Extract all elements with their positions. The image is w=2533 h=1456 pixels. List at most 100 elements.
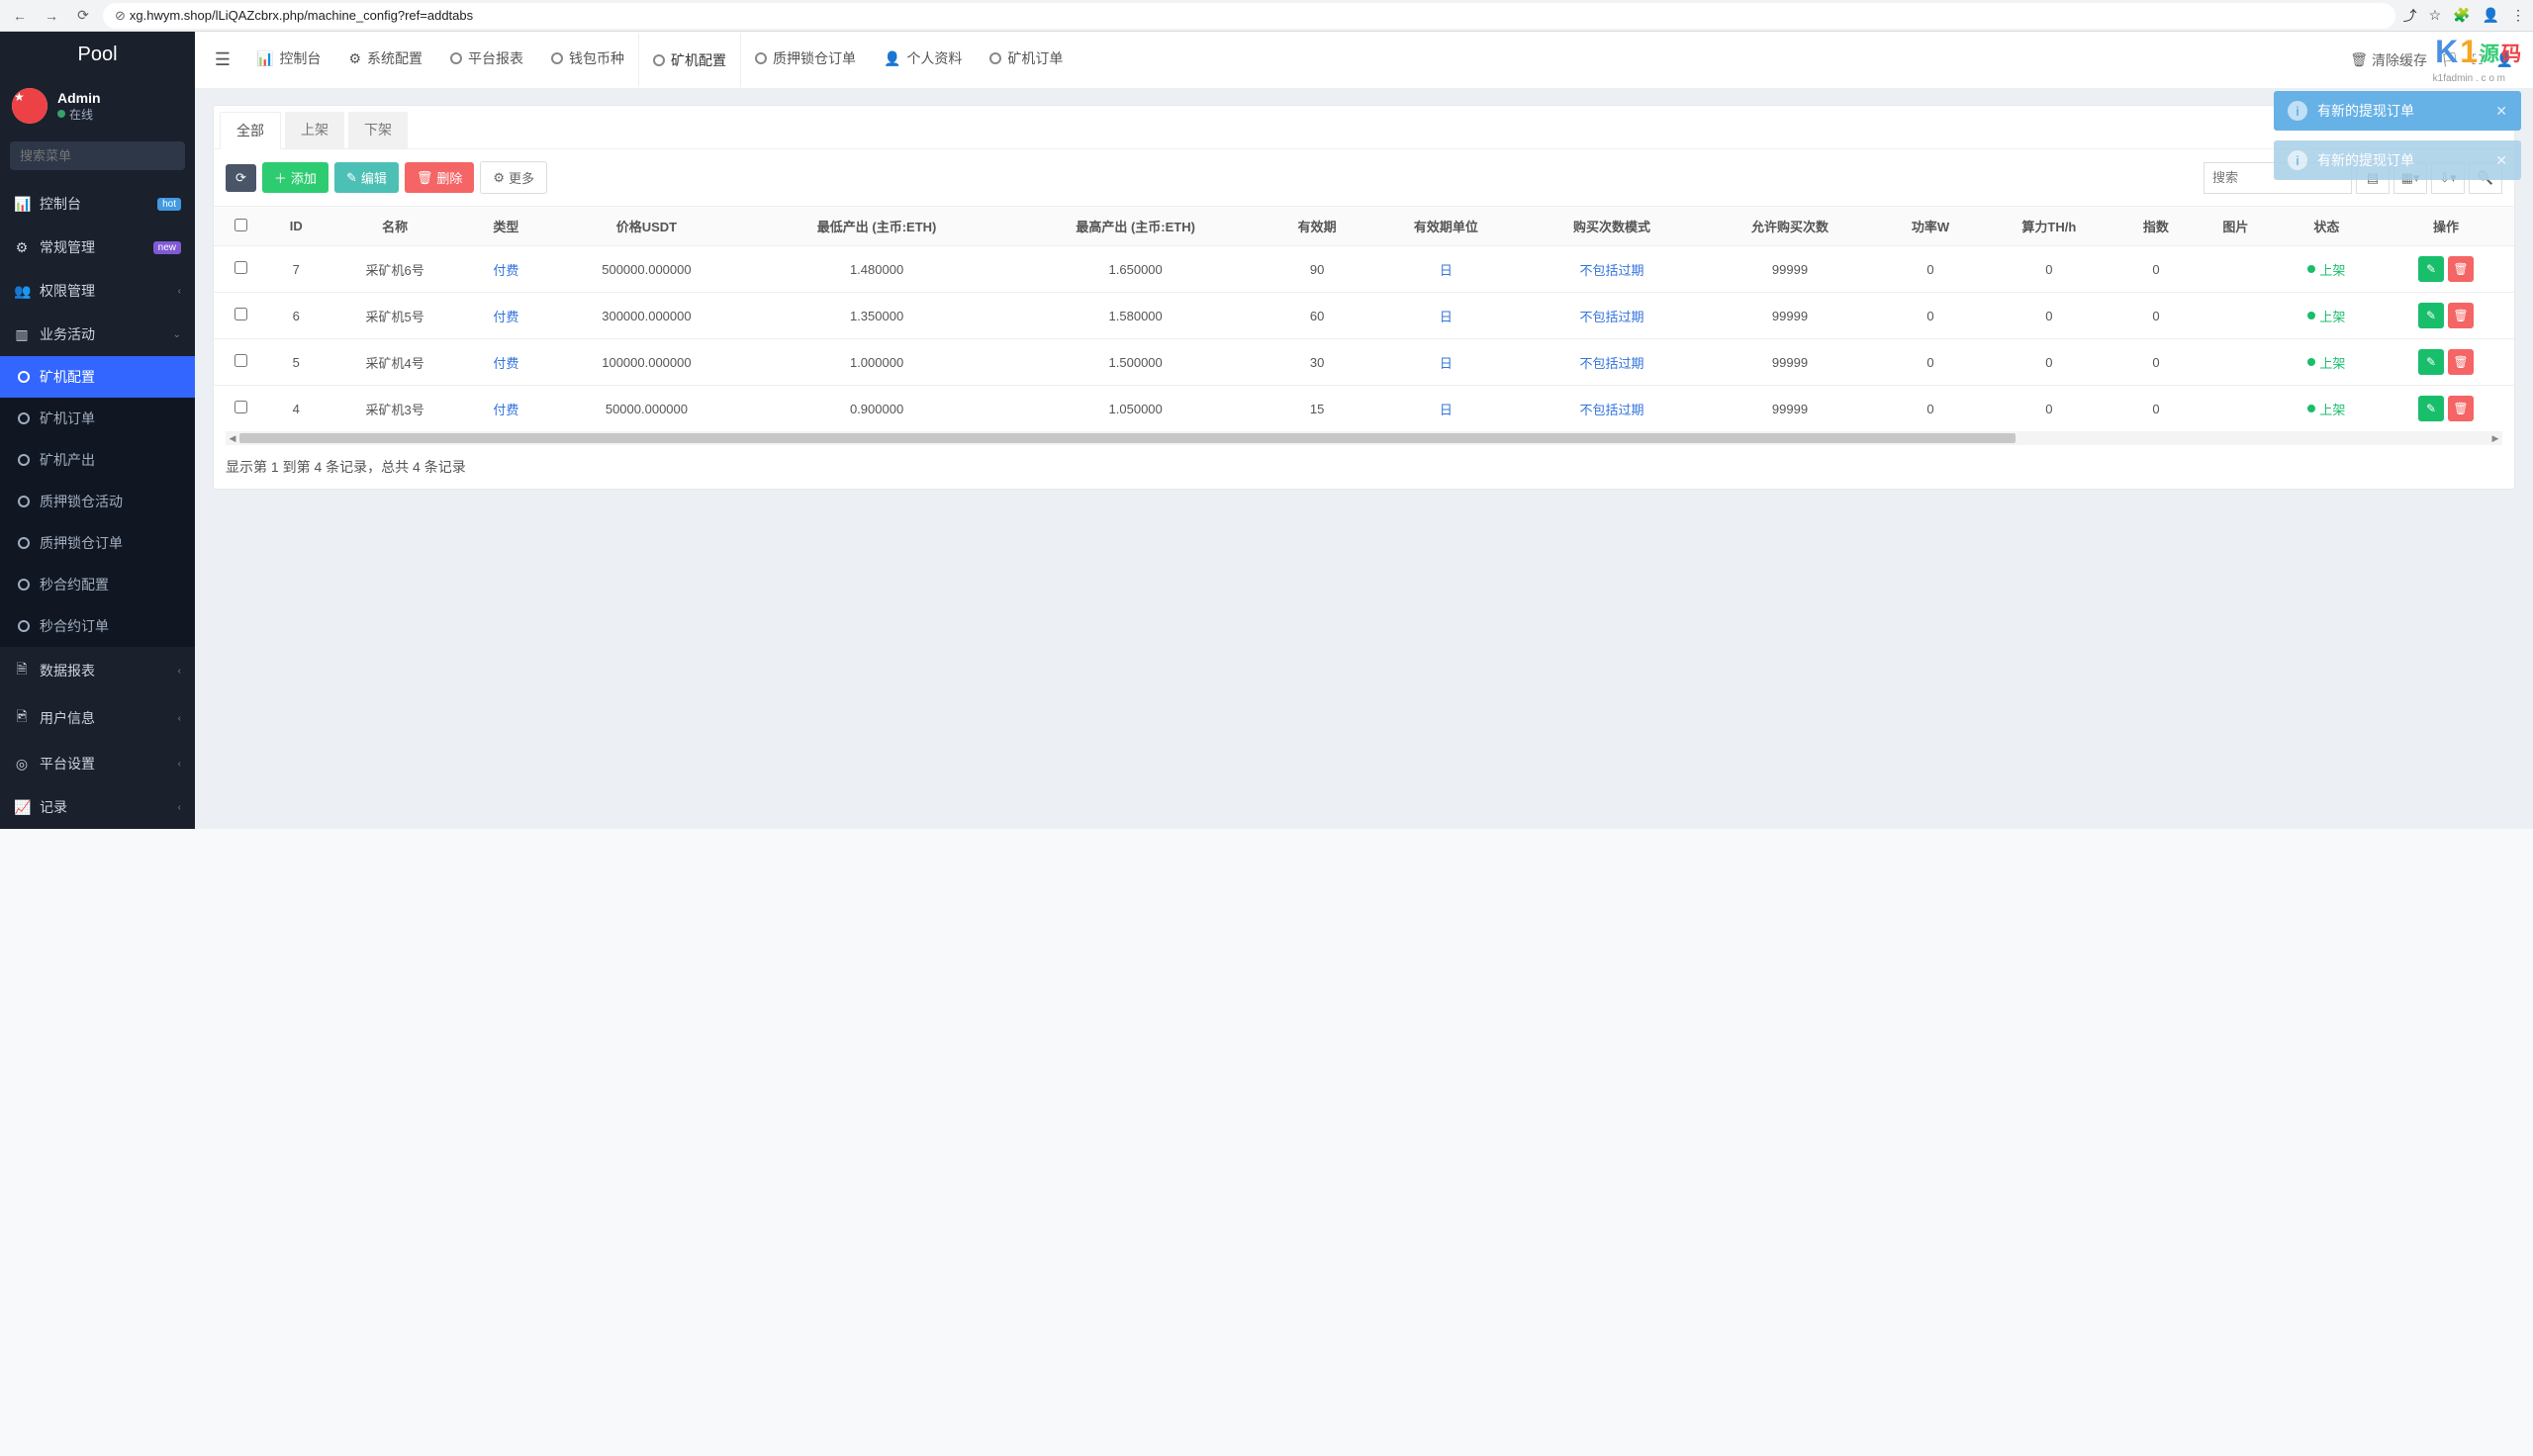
- cell-mode[interactable]: 不包括过期: [1523, 293, 1701, 339]
- cell-type[interactable]: 付费: [466, 339, 545, 386]
- sidebar-item[interactable]: 📈记录‹: [0, 785, 195, 829]
- sidebar-item[interactable]: ⚙常规管理new: [0, 226, 195, 269]
- row-edit-button[interactable]: ✎: [2418, 349, 2444, 375]
- sidebar-subitem[interactable]: 矿机订单: [0, 398, 195, 439]
- cell-mode[interactable]: 不包括过期: [1523, 386, 1701, 432]
- panel-tab[interactable]: 下架: [348, 112, 408, 148]
- cell-mode[interactable]: 不包括过期: [1523, 246, 1701, 293]
- table-header[interactable]: 有效期: [1265, 207, 1368, 246]
- edit-button[interactable]: ✎编辑: [334, 162, 399, 193]
- topnav-item[interactable]: 📊控制台: [242, 32, 334, 88]
- row-edit-button[interactable]: ✎: [2418, 303, 2444, 328]
- row-checkbox[interactable]: [235, 261, 247, 274]
- row-delete-button[interactable]: 🗑: [2448, 303, 2474, 328]
- add-button[interactable]: ＋添加: [262, 162, 328, 193]
- cell-type[interactable]: 付费: [466, 386, 545, 432]
- hamburger-button[interactable]: ☰: [203, 49, 242, 70]
- scrollbar-thumb[interactable]: [239, 433, 2016, 443]
- profile-pill[interactable]: 👤: [2483, 7, 2499, 24]
- topnav-item[interactable]: 平台报表: [436, 32, 537, 88]
- row-edit-button[interactable]: ✎: [2418, 396, 2444, 421]
- forward-button[interactable]: →: [40, 4, 63, 28]
- sidebar-search[interactable]: 🔍: [10, 141, 185, 170]
- row-checkbox[interactable]: [235, 401, 247, 413]
- topnav-item[interactable]: 质押锁仓订单: [741, 32, 870, 88]
- table-header[interactable]: 类型: [466, 207, 545, 246]
- table-header[interactable]: 算力TH/h: [1982, 207, 2116, 246]
- refresh-button[interactable]: ⟳: [226, 164, 256, 192]
- close-icon[interactable]: ✕: [2495, 103, 2507, 120]
- table-header[interactable]: 有效期单位: [1369, 207, 1523, 246]
- user-panel[interactable]: Admin 在线: [0, 78, 195, 134]
- cell-type[interactable]: 付费: [466, 246, 545, 293]
- sidebar-item[interactable]: 👥权限管理‹: [0, 269, 195, 313]
- table-header[interactable]: 名称: [324, 207, 466, 246]
- sidebar-search-input[interactable]: [20, 148, 194, 163]
- url-bar[interactable]: ⊘ xg.hwym.shop/lLiQAZcbrx.php/machine_co…: [103, 3, 2395, 29]
- back-button[interactable]: ←: [8, 4, 32, 28]
- sidebar-item[interactable]: ▥业务活动⌄: [0, 313, 195, 356]
- circle-icon: [18, 620, 30, 632]
- extension-icon[interactable]: 🧩: [2453, 7, 2470, 24]
- sidebar-item[interactable]: ◎平台设置‹: [0, 742, 195, 785]
- sidebar-item[interactable]: 📊控制台hot: [0, 182, 195, 226]
- reload-button[interactable]: ⟳: [71, 4, 95, 28]
- table-header[interactable]: 购买次数模式: [1523, 207, 1701, 246]
- star-icon[interactable]: ☆: [2429, 7, 2442, 24]
- horizontal-scrollbar[interactable]: ◀ ▶: [226, 431, 2502, 445]
- sidebar-item[interactable]: 🖻用户信息‹: [0, 694, 195, 742]
- cell-unit[interactable]: 日: [1369, 246, 1523, 293]
- menu-icon[interactable]: ⋮: [2511, 7, 2525, 24]
- table-header[interactable]: 最高产出 (主币:ETH): [1006, 207, 1266, 246]
- share-icon[interactable]: ⤴: [2403, 6, 2417, 26]
- sidebar-subitem[interactable]: 质押锁仓活动: [0, 481, 195, 522]
- delete-button[interactable]: 🗑删除: [405, 162, 475, 193]
- topnav-item[interactable]: 矿机订单: [976, 32, 1077, 88]
- table-header[interactable]: 操作: [2378, 207, 2514, 246]
- table-header[interactable]: 图片: [2196, 207, 2275, 246]
- plus-icon: ＋: [274, 168, 287, 187]
- table-header[interactable]: 价格USDT: [546, 207, 748, 246]
- row-edit-button[interactable]: ✎: [2418, 256, 2444, 282]
- panel-tab[interactable]: 上架: [285, 112, 344, 148]
- close-icon[interactable]: ✕: [2495, 152, 2507, 169]
- sidebar-subitem[interactable]: 秒合约订单: [0, 605, 195, 647]
- cell-mode[interactable]: 不包括过期: [1523, 339, 1701, 386]
- sidebar-subitem[interactable]: 秒合约配置: [0, 564, 195, 605]
- select-all-checkbox[interactable]: [235, 219, 247, 231]
- cell-unit[interactable]: 日: [1369, 386, 1523, 432]
- notification-toast[interactable]: i 有新的提现订单 ✕: [2274, 140, 2521, 180]
- notification-toast[interactable]: i 有新的提现订单 ✕: [2274, 91, 2521, 131]
- panel-tab[interactable]: 全部: [220, 112, 281, 149]
- table-header[interactable]: 状态: [2276, 207, 2378, 246]
- table-header[interactable]: ID: [269, 207, 325, 246]
- table-header[interactable]: 最低产出 (主币:ETH): [747, 207, 1006, 246]
- menu-label: 平台设置: [40, 754, 95, 774]
- topnav-item[interactable]: ⚙系统配置: [334, 32, 436, 88]
- sidebar-subitem[interactable]: 质押锁仓订单: [0, 522, 195, 564]
- topnav-item[interactable]: 👤个人资料: [870, 32, 976, 88]
- table-header[interactable]: 功率W: [1879, 207, 1982, 246]
- circle-icon: [989, 52, 1001, 64]
- row-checkbox[interactable]: [235, 354, 247, 367]
- sidebar-subitem[interactable]: 矿机配置: [0, 356, 195, 398]
- scroll-left-icon[interactable]: ◀: [226, 431, 239, 445]
- topnav-item[interactable]: 矿机配置: [638, 32, 741, 88]
- cell-type[interactable]: 付费: [466, 293, 545, 339]
- sidebar-item[interactable]: 🗎数据报表‹: [0, 647, 195, 694]
- topnav-item[interactable]: 钱包币种: [537, 32, 638, 88]
- row-delete-button[interactable]: 🗑: [2448, 396, 2474, 421]
- table-header[interactable]: [214, 207, 269, 246]
- scroll-right-icon[interactable]: ▶: [2488, 431, 2502, 445]
- clear-cache-button[interactable]: 🗑清除缓存: [2350, 50, 2427, 70]
- more-button[interactable]: ⚙更多: [480, 161, 547, 194]
- table-header[interactable]: 允许购买次数: [1701, 207, 1879, 246]
- cell-unit[interactable]: 日: [1369, 339, 1523, 386]
- row-delete-button[interactable]: 🗑: [2448, 349, 2474, 375]
- row-checkbox[interactable]: [235, 308, 247, 320]
- cell-unit[interactable]: 日: [1369, 293, 1523, 339]
- sidebar-subitem[interactable]: 矿机产出: [0, 439, 195, 481]
- table-header[interactable]: 指数: [2116, 207, 2196, 246]
- status-dot-icon: [2307, 358, 2315, 366]
- row-delete-button[interactable]: 🗑: [2448, 256, 2474, 282]
